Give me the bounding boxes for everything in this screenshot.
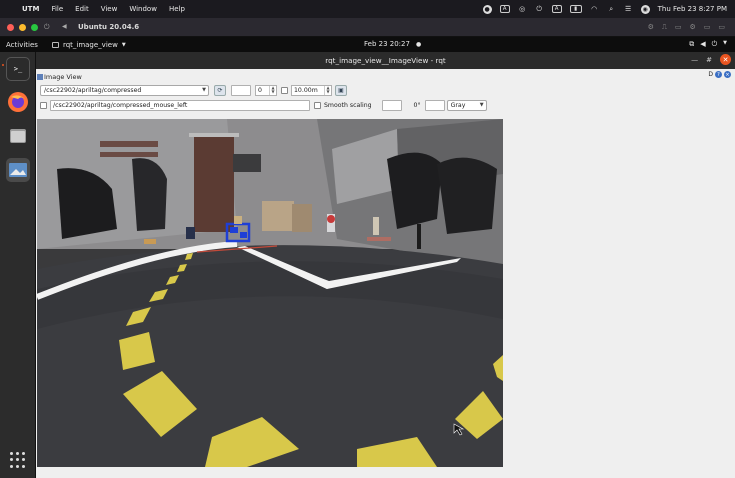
menubar-clock[interactable]: Thu Feb 23 8:27 PM bbox=[658, 5, 727, 13]
rotate-right-button[interactable] bbox=[424, 99, 445, 111]
image-view-plugin-icon bbox=[37, 73, 43, 80]
close-plugin-icon[interactable]: × bbox=[724, 71, 731, 78]
running-indicator bbox=[2, 64, 4, 66]
mouse-topic-value: /csc22902/apriltag/compressed_mouse_left bbox=[53, 101, 188, 109]
vm-power-icon[interactable]: ⏻ bbox=[44, 23, 50, 32]
app-menu-icon bbox=[51, 41, 59, 48]
zoom-field[interactable] bbox=[231, 84, 251, 96]
spin-box[interactable]: 0 ▲ ▼ bbox=[255, 84, 277, 96]
close-window-button[interactable] bbox=[7, 23, 14, 31]
power-icon[interactable]: ⏻ bbox=[535, 5, 544, 14]
image-toolbar-2: /csc22902/apriltag/compressed_mouse_left… bbox=[36, 98, 735, 112]
topic-combobox[interactable]: /csc22902/apriltag/compressed ▼ bbox=[40, 84, 209, 96]
volume-icon[interactable]: ◀ bbox=[700, 40, 705, 49]
zoom-window-button[interactable] bbox=[31, 23, 38, 31]
plugin-badge[interactable]: D bbox=[708, 71, 713, 78]
menubar-help[interactable]: Help bbox=[169, 5, 185, 13]
save-image-button[interactable]: ▣ bbox=[335, 84, 347, 96]
ubuntu-clock-label: Feb 23 20:27 bbox=[364, 40, 410, 48]
notification-dot: ● bbox=[415, 40, 422, 48]
rotation-label: 0° bbox=[413, 101, 421, 109]
smooth-scaling-label: Smooth scaling bbox=[324, 101, 372, 109]
plugin-header: Image View D ? × bbox=[36, 71, 735, 82]
firefox-icon[interactable] bbox=[6, 90, 30, 114]
camera-image-view[interactable] bbox=[37, 119, 503, 467]
mac-menubar: UTM File Edit View Window Help ● A ◎ ⏻ A… bbox=[0, 0, 735, 18]
vm-title: Ubuntu 20.04.6 bbox=[78, 23, 140, 31]
smooth-scaling-checkbox[interactable] bbox=[314, 101, 321, 109]
chevron-down-icon: ▼ bbox=[202, 86, 206, 93]
color-scheme-combobox[interactable]: Gray ▼ bbox=[446, 99, 487, 111]
vm-usb-icon[interactable]: ⎍ bbox=[662, 23, 667, 32]
app-menu-label: rqt_image_view bbox=[62, 40, 118, 49]
mouse-publish-checkbox[interactable] bbox=[40, 101, 47, 109]
rqt-window: rqt_image_view__ImageView - rqt — # ✕ Im… bbox=[36, 52, 735, 478]
files-icon[interactable] bbox=[6, 124, 30, 148]
image-toolbar-1: /csc22902/apriltag/compressed ▼ ⟳ 0 ▲ ▼ 1… bbox=[36, 83, 735, 97]
mouse-topic-field[interactable]: /csc22902/apriltag/compressed_mouse_left bbox=[50, 99, 310, 111]
keyboard-a-icon[interactable]: A bbox=[551, 5, 562, 13]
minimize-button[interactable]: — bbox=[691, 56, 698, 64]
menubar-edit[interactable]: Edit bbox=[75, 5, 89, 13]
chevron-down-icon: ▼ bbox=[121, 41, 126, 48]
refresh-topics-button[interactable]: ⟳ bbox=[214, 84, 226, 96]
spin-arrows-icon[interactable]: ▲ ▼ bbox=[324, 85, 331, 95]
close-button[interactable]: ✕ bbox=[720, 54, 731, 65]
battery-icon[interactable]: ▮ bbox=[569, 5, 582, 13]
terminal-icon[interactable]: >_ bbox=[6, 57, 30, 81]
a-box-icon[interactable]: A bbox=[499, 5, 510, 13]
maximize-button[interactable]: # bbox=[706, 56, 712, 64]
vm-folder-icon[interactable]: ▭ bbox=[718, 23, 725, 32]
record-icon[interactable]: ● bbox=[482, 4, 492, 14]
minimize-window-button[interactable] bbox=[19, 23, 26, 31]
network-icon[interactable]: ⧉ bbox=[689, 40, 694, 49]
chevron-down-icon[interactable]: ▼ bbox=[723, 40, 727, 49]
app-menu[interactable]: rqt_image_view ▼ bbox=[51, 40, 126, 49]
control-center-icon[interactable]: ☰ bbox=[624, 5, 633, 14]
help-icon[interactable]: ? bbox=[715, 71, 722, 78]
siri-icon[interactable]: ◉ bbox=[640, 4, 650, 14]
activities-button[interactable]: Activities bbox=[0, 41, 38, 49]
rqt-titlebar: rqt_image_view__ImageView - rqt — # ✕ bbox=[36, 52, 735, 69]
search-icon[interactable]: ⌕ bbox=[607, 5, 616, 14]
menubar-window[interactable]: Window bbox=[129, 5, 157, 13]
image-viewer-icon[interactable] bbox=[6, 158, 30, 182]
vm-share-icon[interactable]: ⚙ bbox=[689, 23, 695, 32]
rotate-left-button[interactable] bbox=[381, 99, 402, 111]
rqt-title: rqt_image_view__ImageView - rqt bbox=[325, 56, 446, 65]
vm-resize-icon[interactable]: ▭ bbox=[704, 23, 711, 32]
timeout-spinbox[interactable]: 10.00m ▲ ▼ bbox=[291, 84, 332, 96]
ubuntu-topbar: Activities rqt_image_view ▼ Feb 23 20:27… bbox=[0, 37, 735, 52]
menubar-file[interactable]: File bbox=[51, 5, 63, 13]
power-menu-icon[interactable]: ⏻ bbox=[712, 40, 718, 49]
color-scheme-value: Gray bbox=[450, 101, 466, 109]
camera-frame bbox=[37, 119, 503, 467]
ubuntu-dock: >_ bbox=[0, 52, 36, 478]
vm-drive-icon[interactable]: ▭ bbox=[675, 23, 682, 32]
menubar-app-name[interactable]: UTM bbox=[22, 5, 39, 13]
vm-settings-icon[interactable]: ⚙ bbox=[648, 23, 654, 32]
globe-icon[interactable]: ◎ bbox=[518, 5, 527, 14]
show-applications-icon[interactable] bbox=[10, 452, 26, 468]
topic-combobox-value: /csc22902/apriltag/compressed bbox=[44, 86, 142, 94]
spin-box-value: 0 bbox=[258, 86, 262, 94]
timeout-value: 10.00m bbox=[294, 86, 318, 94]
timeout-checkbox[interactable] bbox=[281, 86, 288, 94]
chevron-down-icon: ▼ bbox=[479, 101, 484, 108]
menubar-view[interactable]: View bbox=[101, 5, 118, 13]
ubuntu-clock[interactable]: Feb 23 20:27 ● bbox=[364, 40, 421, 48]
plugin-title: Image View bbox=[44, 72, 82, 81]
wifi-icon[interactable]: ◠ bbox=[590, 5, 599, 14]
vm-play-icon[interactable]: ◀ bbox=[62, 23, 67, 30]
vm-titlebar: ⏻ ◀ Ubuntu 20.04.6 ⚙ ⎍ ▭ ⚙ ▭ ▭ bbox=[0, 18, 735, 37]
spin-arrows-icon[interactable]: ▲ ▼ bbox=[269, 85, 276, 95]
